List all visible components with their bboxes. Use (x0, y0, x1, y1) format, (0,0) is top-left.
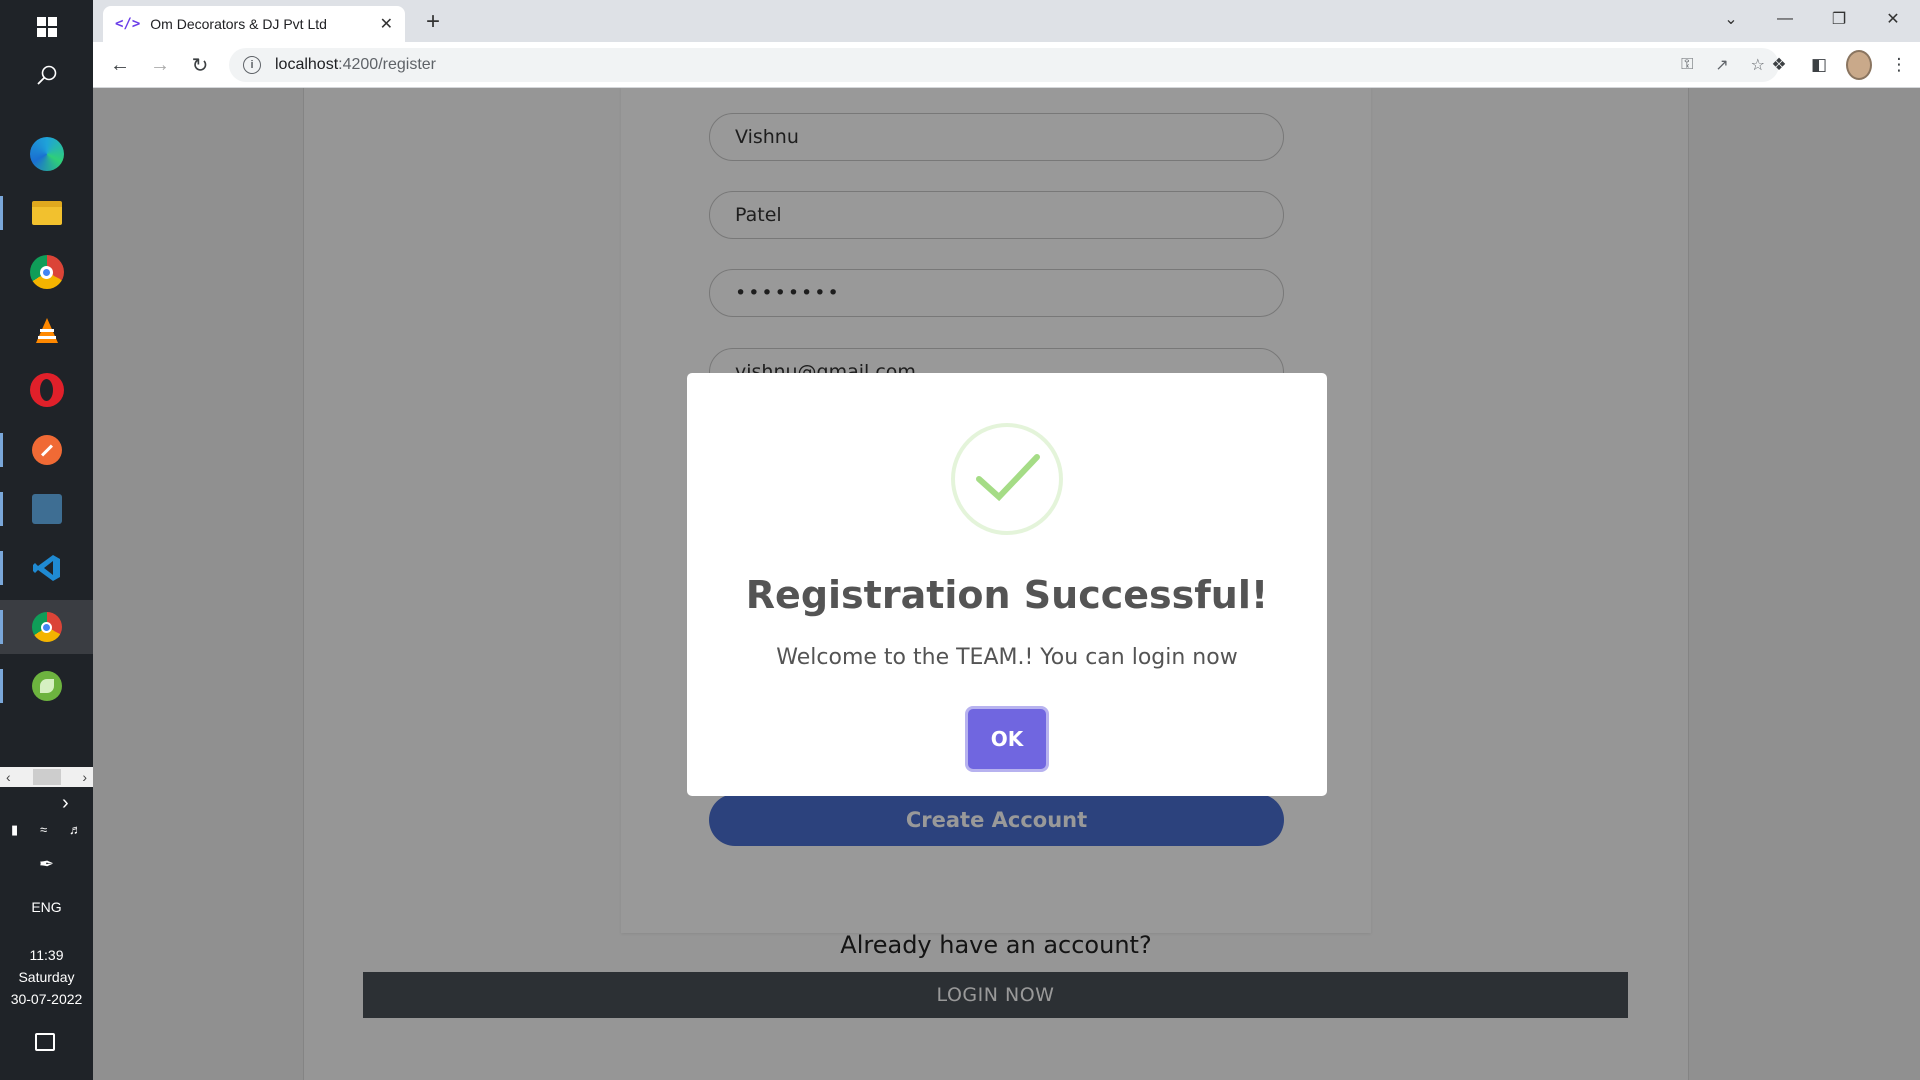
dialog-message: Welcome to the TEAM.! You can login now (776, 645, 1238, 670)
side-panel-icon[interactable]: ◧ (1806, 50, 1832, 80)
taskbar-app-chrome[interactable] (0, 245, 93, 299)
search-button[interactable] (0, 48, 93, 102)
windows-logo-icon (36, 17, 57, 37)
notification-center-icon[interactable] (35, 1033, 55, 1051)
close-window-button[interactable]: ✕ (1866, 0, 1920, 38)
opera-icon (29, 373, 64, 407)
language-indicator[interactable]: ENG (0, 896, 93, 918)
system-tray: ▮ ≈ ♬ (0, 822, 93, 838)
code-favicon-icon: </> (115, 16, 141, 32)
site-info-icon[interactable]: i (243, 56, 261, 74)
tab-title: Om Decorators & DJ Pvt Ltd (150, 16, 327, 32)
bookmark-star-icon[interactable]: ☆ (1751, 55, 1765, 75)
extensions-puzzle-icon[interactable]: ❖ (1766, 50, 1792, 80)
browser-toolbar: ← → ↻ i localhost:4200/register ⚿ ↗ ☆ ❖ … (93, 42, 1920, 88)
scroll-right-icon[interactable]: › (82, 769, 87, 785)
vscode-icon (32, 555, 60, 581)
ok-button[interactable]: OK (968, 709, 1046, 769)
reload-icon[interactable]: ↻ (185, 50, 215, 80)
tab-strip: </> Om Decorators & DJ Pvt Ltd ✕ + ⌄ — ❐… (93, 0, 1920, 42)
toolbar-right: ❖ ◧ ⋮ (1766, 50, 1912, 80)
dialog-title: Registration Successful! (745, 573, 1269, 617)
taskbar-app-mysql-workbench[interactable] (0, 482, 93, 536)
taskbar-app-vscode[interactable] (0, 541, 93, 595)
forward-arrow-icon[interactable]: → (145, 50, 175, 80)
clock-time[interactable]: 11:39 (0, 944, 93, 966)
taskbar-app-edge[interactable] (0, 127, 93, 181)
success-dialog: Registration Successful! Welcome to the … (687, 373, 1327, 796)
new-tab-button[interactable]: + (419, 8, 447, 36)
taskbar-app-opera[interactable] (0, 363, 93, 417)
avatar (1846, 50, 1872, 80)
page-viewport: Vishnu Patel •••••••• vishnu@gmail.com C… (93, 88, 1920, 1080)
start-button[interactable] (0, 0, 93, 54)
search-icon (36, 65, 56, 85)
taskbar-scrollbar[interactable]: ‹ › (0, 767, 93, 787)
show-hidden-icons-chevron-icon[interactable]: › (62, 792, 69, 815)
browser-window: </> Om Decorators & DJ Pvt Ltd ✕ + ⌄ — ❐… (93, 0, 1920, 1080)
more-menu-icon[interactable]: ⋮ (1886, 50, 1912, 80)
file-explorer-icon (31, 201, 62, 225)
taskbar-app-chrome-profile[interactable] (0, 600, 93, 654)
taskbar-app-postman[interactable] (0, 423, 93, 477)
mysql-workbench-icon (31, 494, 62, 524)
success-check-icon (951, 423, 1063, 535)
scroll-left-icon[interactable]: ‹ (6, 769, 11, 785)
vlc-icon (35, 318, 58, 343)
volume-icon[interactable]: ♬ (69, 822, 82, 838)
taskbar-app-vlc[interactable] (0, 304, 93, 358)
profile-avatar[interactable] (1846, 50, 1872, 80)
tab-search-chevron-icon[interactable]: ⌄ (1704, 0, 1758, 38)
battery-icon[interactable]: ▮ (11, 822, 18, 838)
wifi-icon[interactable]: ≈ (40, 822, 47, 838)
taskbar-app-spring-tool-suite[interactable] (0, 659, 93, 713)
chrome-icon (29, 255, 64, 289)
clock-date: 30-07-2022 (10, 991, 83, 1007)
url-path: :4200/register (338, 56, 436, 73)
window-controls: ⌄ — ❐ ✕ (1704, 0, 1920, 38)
address-bar[interactable]: i localhost:4200/register ⚿ ↗ ☆ (229, 48, 1779, 82)
chrome-profile-icon (31, 612, 62, 642)
minimize-button[interactable]: — (1758, 0, 1812, 38)
share-icon[interactable]: ↗ (1715, 55, 1728, 75)
edge-icon (29, 137, 64, 171)
restore-button[interactable]: ❐ (1812, 0, 1866, 38)
back-arrow-icon[interactable]: ← (105, 50, 135, 80)
pen-icon[interactable]: ✒ (0, 854, 93, 875)
browser-tab-active[interactable]: </> Om Decorators & DJ Pvt Ltd ✕ (103, 6, 405, 42)
password-key-icon[interactable]: ⚿ (1681, 56, 1693, 74)
windows-taskbar: ‹ › › ▮ ≈ ♬ ✒ ENG 11:39 Saturday 30-07-2… (0, 0, 93, 1080)
tab-close-icon[interactable]: ✕ (380, 14, 393, 34)
clock-day: Saturday (18, 969, 75, 985)
taskbar-app-file-explorer[interactable] (0, 186, 93, 240)
omnibox-actions: ⚿ ↗ ☆ (1681, 48, 1765, 82)
postman-icon (31, 435, 62, 465)
scroll-thumb[interactable] (32, 769, 61, 785)
spring-tool-suite-icon (31, 671, 62, 701)
url-host: localhost (275, 56, 339, 73)
